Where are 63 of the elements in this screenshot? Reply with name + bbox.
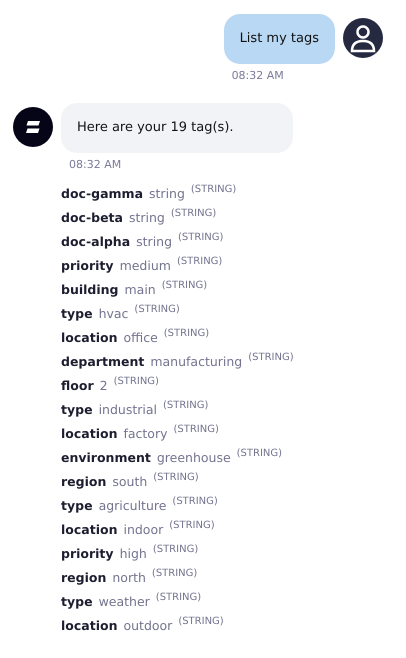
- tag-value: string: [128, 209, 165, 227]
- tag-type: (STRING): [152, 543, 198, 557]
- message-time: 08:32 AM: [230, 68, 285, 84]
- tag-value: office: [123, 329, 158, 347]
- user-message: List my tags: [224, 14, 335, 64]
- tag-key: location: [61, 613, 118, 636]
- tag-key: region: [61, 469, 106, 492]
- bot-avatar-icon: [13, 106, 53, 146]
- tag-key: doc-beta: [61, 205, 123, 228]
- tag-type: (STRING): [152, 567, 198, 581]
- tag-value: string: [136, 233, 172, 251]
- tag-value: manufacturing: [150, 353, 242, 371]
- tag-value: 2: [100, 377, 108, 395]
- tag-value: north: [112, 569, 146, 587]
- tag-key: type: [61, 397, 93, 420]
- tag-type: (STRING): [248, 351, 294, 365]
- tag-key: doc-gamma: [61, 181, 144, 204]
- tag-type: (STRING): [174, 423, 219, 437]
- tag-type: (STRING): [153, 471, 199, 485]
- tag-type: (STRING): [114, 375, 159, 389]
- tag-type: (STRING): [164, 327, 210, 341]
- tag-type: (STRING): [236, 447, 282, 461]
- tag-type: (STRING): [169, 519, 215, 533]
- tag-type: (STRING): [156, 591, 202, 605]
- tag-key: type: [61, 589, 93, 612]
- tag-key: environment: [61, 445, 151, 468]
- tag-value: medium: [120, 257, 171, 275]
- tag-key: priority: [61, 541, 114, 564]
- tag-value: factory: [123, 425, 168, 443]
- tag-key: location: [61, 325, 118, 348]
- tag-value: south: [112, 473, 148, 491]
- tag-type: (STRING): [172, 495, 218, 509]
- tag-value: industrial: [98, 401, 157, 419]
- tag-value: main: [124, 281, 156, 299]
- tag-type: (STRING): [170, 207, 216, 221]
- tag-key: building: [61, 277, 118, 300]
- tag-key: type: [61, 301, 93, 324]
- message-time: 08:32 AM: [68, 156, 122, 172]
- tag-type: (STRING): [134, 303, 180, 317]
- tag-type: (STRING): [178, 615, 224, 629]
- tag-value: weather: [98, 593, 150, 611]
- tag-key: floor: [61, 373, 94, 396]
- tag-key: type: [61, 493, 93, 516]
- user-avatar-icon: [343, 18, 383, 58]
- tag-key: doc-alpha: [61, 229, 130, 252]
- tag-value: hvac: [98, 305, 128, 323]
- tag-key: priority: [61, 253, 114, 276]
- tag-value: outdoor: [123, 617, 172, 635]
- tag-value: greenhouse: [156, 449, 231, 467]
- tag-key: location: [61, 517, 118, 540]
- tag-type: (STRING): [190, 183, 236, 197]
- tag-value: indoor: [123, 521, 164, 539]
- tag-type: (STRING): [162, 279, 208, 293]
- bot-message: Here are your 19 tag(s).: [61, 102, 293, 152]
- tag-value: agriculture: [98, 497, 166, 515]
- tag-key: location: [61, 421, 118, 444]
- tag-key: region: [61, 565, 106, 588]
- tag-type: (STRING): [162, 399, 208, 413]
- tag-key: department: [61, 349, 144, 372]
- tag-value: string: [149, 185, 185, 203]
- tag-type: (STRING): [178, 231, 224, 245]
- tag-value: high: [120, 545, 147, 563]
- tag-type: (STRING): [176, 255, 222, 269]
